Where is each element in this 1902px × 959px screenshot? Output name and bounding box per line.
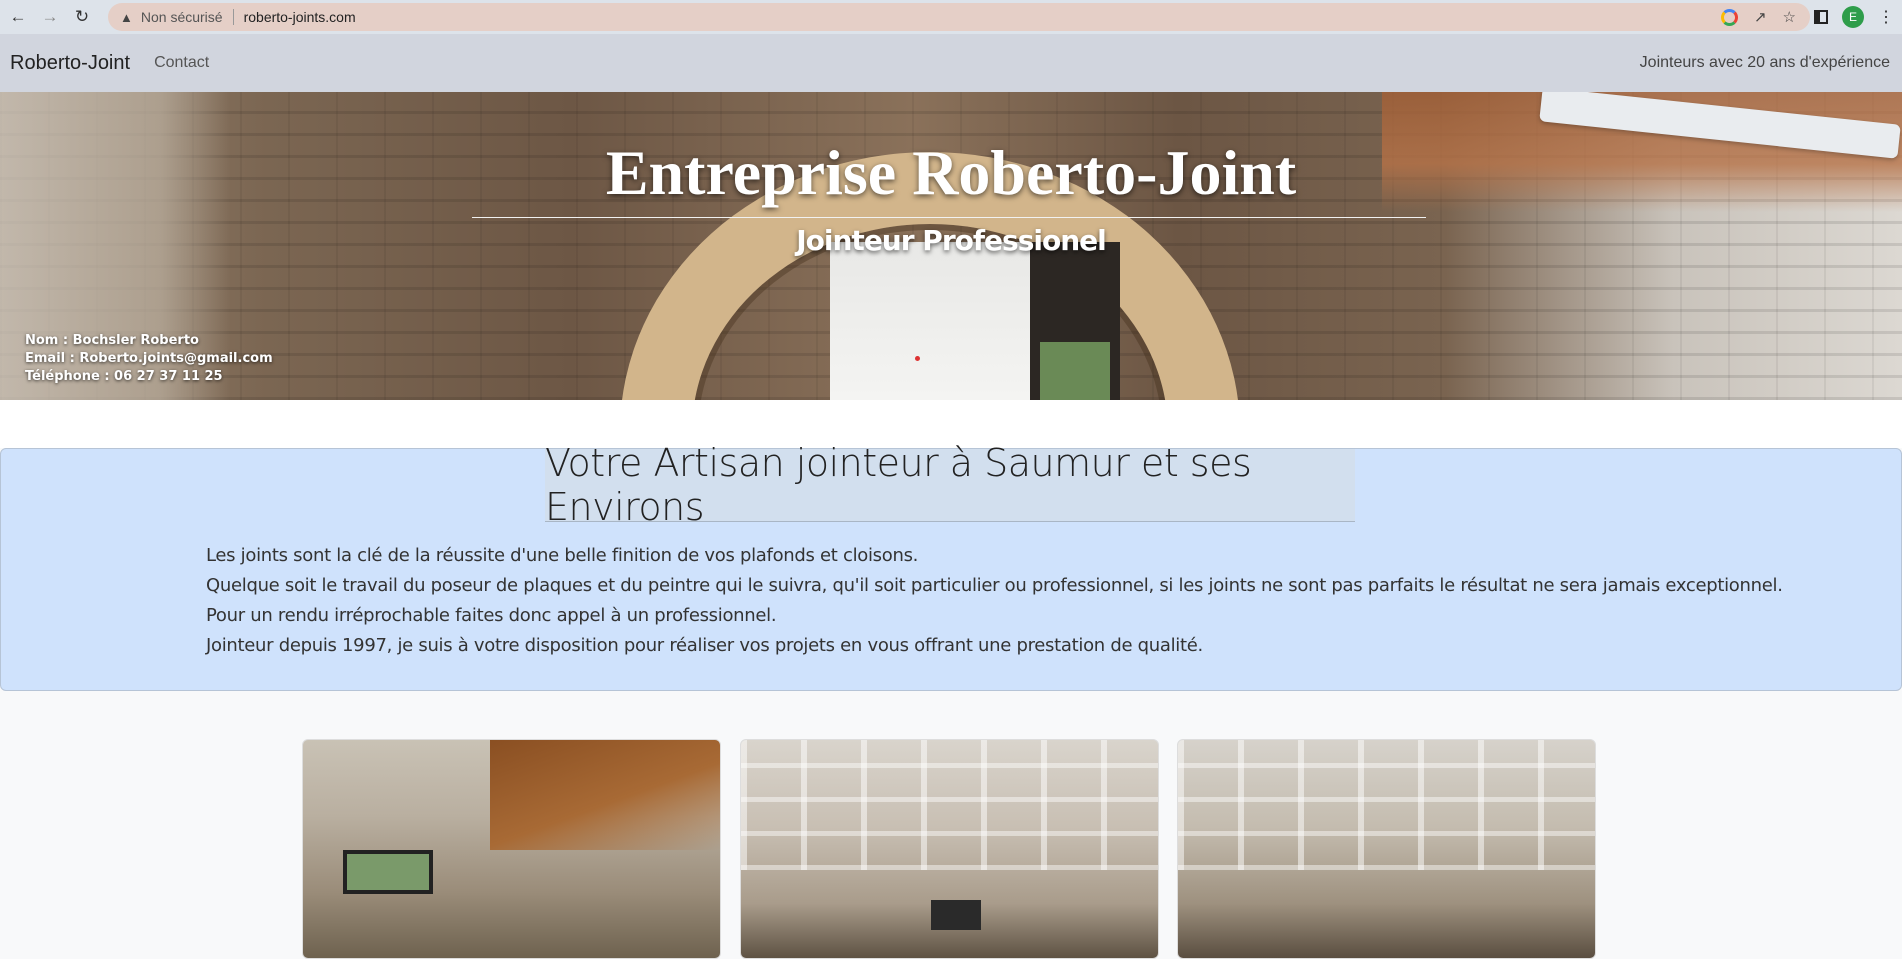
omnibox-divider [232, 9, 234, 25]
reload-icon[interactable]: ↻ [68, 3, 96, 31]
brand-link[interactable]: Roberto-Joint [10, 52, 130, 75]
photo-gallery [0, 691, 1902, 959]
star-icon[interactable]: ☆ [1783, 8, 1796, 26]
hero-subtitle: Jointeur Professionel [796, 224, 1106, 257]
side-panel-icon[interactable] [1814, 10, 1828, 24]
omnibox-actions: ↗ ☆ [1720, 3, 1796, 31]
contact-email: Email : Roberto.joints@gmail.com [25, 351, 273, 366]
browser-actions: E ⋮ [1814, 0, 1902, 34]
photo-ceiling-grid [1178, 740, 1595, 870]
photo-window [343, 850, 433, 894]
intro-paragraph: Quelque soit le travail du poseur de pla… [206, 575, 1783, 596]
hero-image-window [1040, 342, 1110, 400]
share-icon[interactable]: ↗ [1754, 8, 1767, 26]
hero-title: Entreprise Roberto-Joint [605, 137, 1297, 208]
gallery-photo-1[interactable] [302, 739, 721, 959]
hero-contact-info: Nom : Bochsler Roberto Email : Roberto.j… [25, 332, 273, 386]
navbar-tagline: Jointeurs avec 20 ans d'expérience [1639, 54, 1890, 71]
address-bar[interactable]: ▲ Non sécurisé roberto-joints.com ↗ ☆ [108, 3, 1810, 31]
photo-ceiling-beam [490, 740, 720, 850]
intro-section: Votre Artisan jointeur à Saumur et ses E… [0, 441, 1902, 691]
warning-icon[interactable]: ▲ [120, 10, 133, 25]
photo-ceiling-grid [741, 740, 1158, 870]
intro-paragraph: Jointeur depuis 1997, je suis à votre di… [206, 635, 1203, 656]
intro-paragraph: Pour un rendu irréprochable faites donc … [206, 605, 777, 626]
contact-name: Nom : Bochsler Roberto [25, 333, 199, 348]
gallery-photo-3[interactable] [1177, 739, 1596, 959]
hero-image-dot [915, 356, 920, 361]
back-arrow-icon[interactable]: ← [4, 3, 32, 31]
photo-window [931, 900, 981, 930]
url-text[interactable]: roberto-joints.com [244, 9, 356, 25]
intro-paragraph: Les joints sont la clé de la réussite d'… [206, 545, 919, 566]
profile-avatar[interactable]: E [1842, 6, 1864, 28]
gallery-photo-2[interactable] [740, 739, 1159, 959]
security-label[interactable]: Non sécurisé [141, 9, 223, 25]
browser-toolbar: ← → ↻ ▲ Non sécurisé roberto-joints.com … [0, 0, 1902, 34]
hero-banner: Entreprise Roberto-Joint Jointeur Profes… [0, 92, 1902, 400]
intro-text: Les joints sont la clé de la réussite d'… [206, 541, 1783, 661]
nav-link-contact[interactable]: Contact [154, 54, 209, 72]
contact-phone: Téléphone : 06 27 37 11 25 [25, 369, 223, 384]
site-navbar: Roberto-Joint Contact Jointeurs avec 20 … [0, 34, 1902, 92]
forward-arrow-icon[interactable]: → [36, 3, 64, 31]
google-icon[interactable] [1720, 8, 1738, 26]
hero-divider [472, 217, 1426, 218]
kebab-menu-icon[interactable]: ⋮ [1878, 7, 1894, 27]
intro-heading: Votre Artisan jointeur à Saumur et ses E… [545, 441, 1355, 529]
